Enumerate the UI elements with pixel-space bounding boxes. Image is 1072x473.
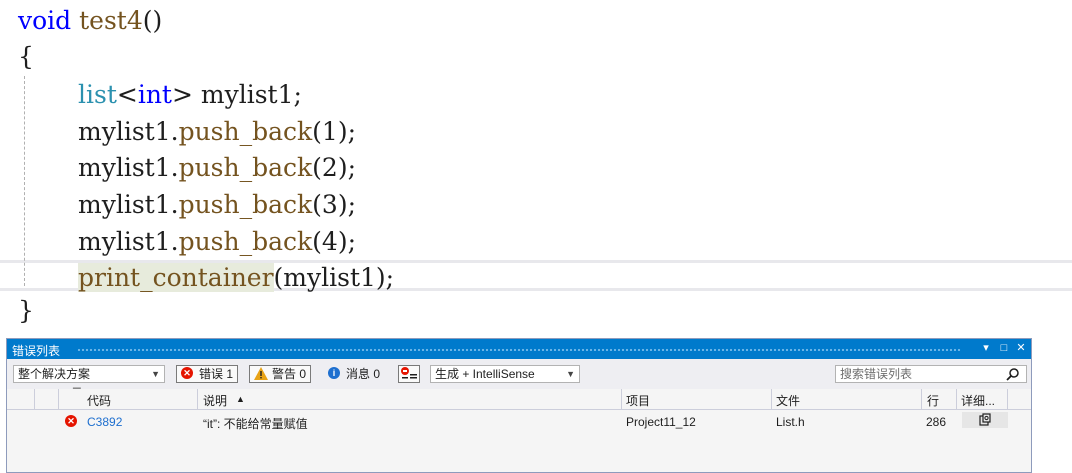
column-header-row: ▔ 代码 说明 ▲ 项目 文件 行 详细... xyxy=(7,389,1031,410)
warnings-label: 警告 0 xyxy=(272,367,307,381)
keyword-int: int xyxy=(137,80,172,109)
info-icon: i xyxy=(328,367,340,379)
call-object: mylist1. xyxy=(78,227,179,256)
call-function: push_back xyxy=(178,153,313,182)
code-editor[interactable]: void test4() { list<int> mylist1; mylist… xyxy=(0,0,1072,335)
filter-list-icon xyxy=(401,367,417,379)
column-separator xyxy=(34,389,35,409)
dropdown-icon[interactable]: ▾ xyxy=(979,341,993,355)
paren-pair: () xyxy=(142,6,163,35)
error-icon: ✕ xyxy=(65,415,77,427)
call-function-highlighted: print_container xyxy=(78,263,274,292)
panel-title-bar[interactable]: 错误列表 ▾ □ ✕ xyxy=(7,339,1031,359)
column-details[interactable]: 详细... xyxy=(961,392,995,409)
scope-value: 整个解决方案 xyxy=(18,367,91,381)
column-file[interactable]: 文件 xyxy=(776,392,800,409)
call-args: (2); xyxy=(312,153,356,182)
build-filter-toggle[interactable] xyxy=(398,365,420,383)
scope-dropdown[interactable]: 整个解决方案 ▼ xyxy=(13,365,165,383)
messages-label: 消息 0 xyxy=(346,367,381,381)
column-code[interactable]: 代码 xyxy=(87,392,111,409)
panel-title: 错误列表 xyxy=(12,344,61,358)
call-args: (1); xyxy=(312,117,356,146)
call-function: push_back xyxy=(178,227,313,256)
build-source-value: 生成 + IntelliSense xyxy=(435,367,535,381)
error-list-grid: ▔ 代码 说明 ▲ 项目 文件 行 详细... ✕ C3892 “it”: 不能… xyxy=(7,389,1031,472)
error-list-panel: 错误列表 ▾ □ ✕ 整个解决方案 ▼ ✕ 错误 1 警告 0 i 消息 0 生… xyxy=(6,338,1032,473)
call-args: (4); xyxy=(312,227,356,256)
code-line-1[interactable]: void test4() xyxy=(18,2,162,39)
call-object: mylist1. xyxy=(78,117,179,146)
code-line-6[interactable]: mylist1.push_back(3); xyxy=(78,186,356,223)
code-line-7[interactable]: mylist1.push_back(4); xyxy=(78,223,356,260)
call-function: push_back xyxy=(178,117,313,146)
errors-filter-button[interactable]: ✕ 错误 1 xyxy=(176,365,239,383)
column-separator xyxy=(771,389,772,409)
open-brace: { xyxy=(18,42,34,71)
chevron-down-icon: ▼ xyxy=(566,369,575,379)
search-input[interactable]: 搜索错误列表 xyxy=(835,365,1027,383)
angle-close: > xyxy=(171,80,193,109)
column-separator xyxy=(1007,389,1008,409)
code-line-8[interactable]: print_container(mylist1); xyxy=(78,259,394,296)
title-grip xyxy=(77,348,961,351)
function-name: test4 xyxy=(79,6,143,35)
error-code-link[interactable]: C3892 xyxy=(87,415,122,429)
column-description[interactable]: 说明 xyxy=(203,392,227,409)
column-separator xyxy=(921,389,922,409)
call-args: (3); xyxy=(312,190,356,219)
variable-decl: mylist1; xyxy=(192,80,302,109)
call-object: mylist1. xyxy=(78,190,179,219)
build-source-dropdown[interactable]: 生成 + IntelliSense ▼ xyxy=(430,365,580,383)
column-project[interactable]: 项目 xyxy=(626,392,650,409)
errors-label: 错误 1 xyxy=(199,367,234,381)
call-args: (mylist1); xyxy=(273,263,395,292)
close-brace: } xyxy=(18,296,34,325)
search-icon xyxy=(1006,366,1020,385)
code-line-9[interactable]: } xyxy=(18,292,34,329)
column-separator xyxy=(956,389,957,409)
maximize-icon[interactable]: □ xyxy=(997,341,1011,355)
error-line: 286 xyxy=(926,415,947,429)
indent-guide xyxy=(24,76,25,286)
column-separator xyxy=(621,389,622,409)
column-separator xyxy=(58,389,59,409)
warnings-filter-button[interactable]: 警告 0 xyxy=(249,365,312,384)
code-line-2[interactable]: { xyxy=(18,38,34,75)
code-line-5[interactable]: mylist1.push_back(2); xyxy=(78,149,356,186)
search-placeholder: 搜索错误列表 xyxy=(840,367,913,381)
error-project: Project11_12 xyxy=(626,415,696,429)
angle-open: < xyxy=(116,80,138,109)
error-file: List.h xyxy=(776,415,805,429)
sort-indicator-icon: ▔ xyxy=(73,389,81,400)
warning-icon xyxy=(254,367,268,384)
code-line-4[interactable]: mylist1.push_back(1); xyxy=(78,113,356,150)
template-list: list xyxy=(78,80,117,109)
close-icon[interactable]: ✕ xyxy=(1014,341,1028,355)
call-object: mylist1. xyxy=(78,153,179,182)
error-description: “it”: 不能给常量赋值 xyxy=(203,417,308,431)
sort-ascending-icon: ▲ xyxy=(236,394,245,404)
column-separator xyxy=(197,389,198,409)
error-icon: ✕ xyxy=(181,367,193,379)
details-button[interactable] xyxy=(962,412,1008,428)
messages-filter-button[interactable]: i 消息 0 xyxy=(323,365,385,383)
details-icon xyxy=(979,413,991,426)
keyword-void: void xyxy=(18,6,72,35)
code-line-3[interactable]: list<int> mylist1; xyxy=(78,76,302,113)
call-function: push_back xyxy=(178,190,313,219)
column-line[interactable]: 行 xyxy=(927,392,939,409)
chevron-down-icon: ▼ xyxy=(151,369,160,379)
error-list-toolbar: 整个解决方案 ▼ ✕ 错误 1 警告 0 i 消息 0 生成 + Intelli… xyxy=(7,359,1031,389)
table-row[interactable]: ✕ C3892 “it”: 不能给常量赋值 Project11_12 List.… xyxy=(7,410,1031,432)
